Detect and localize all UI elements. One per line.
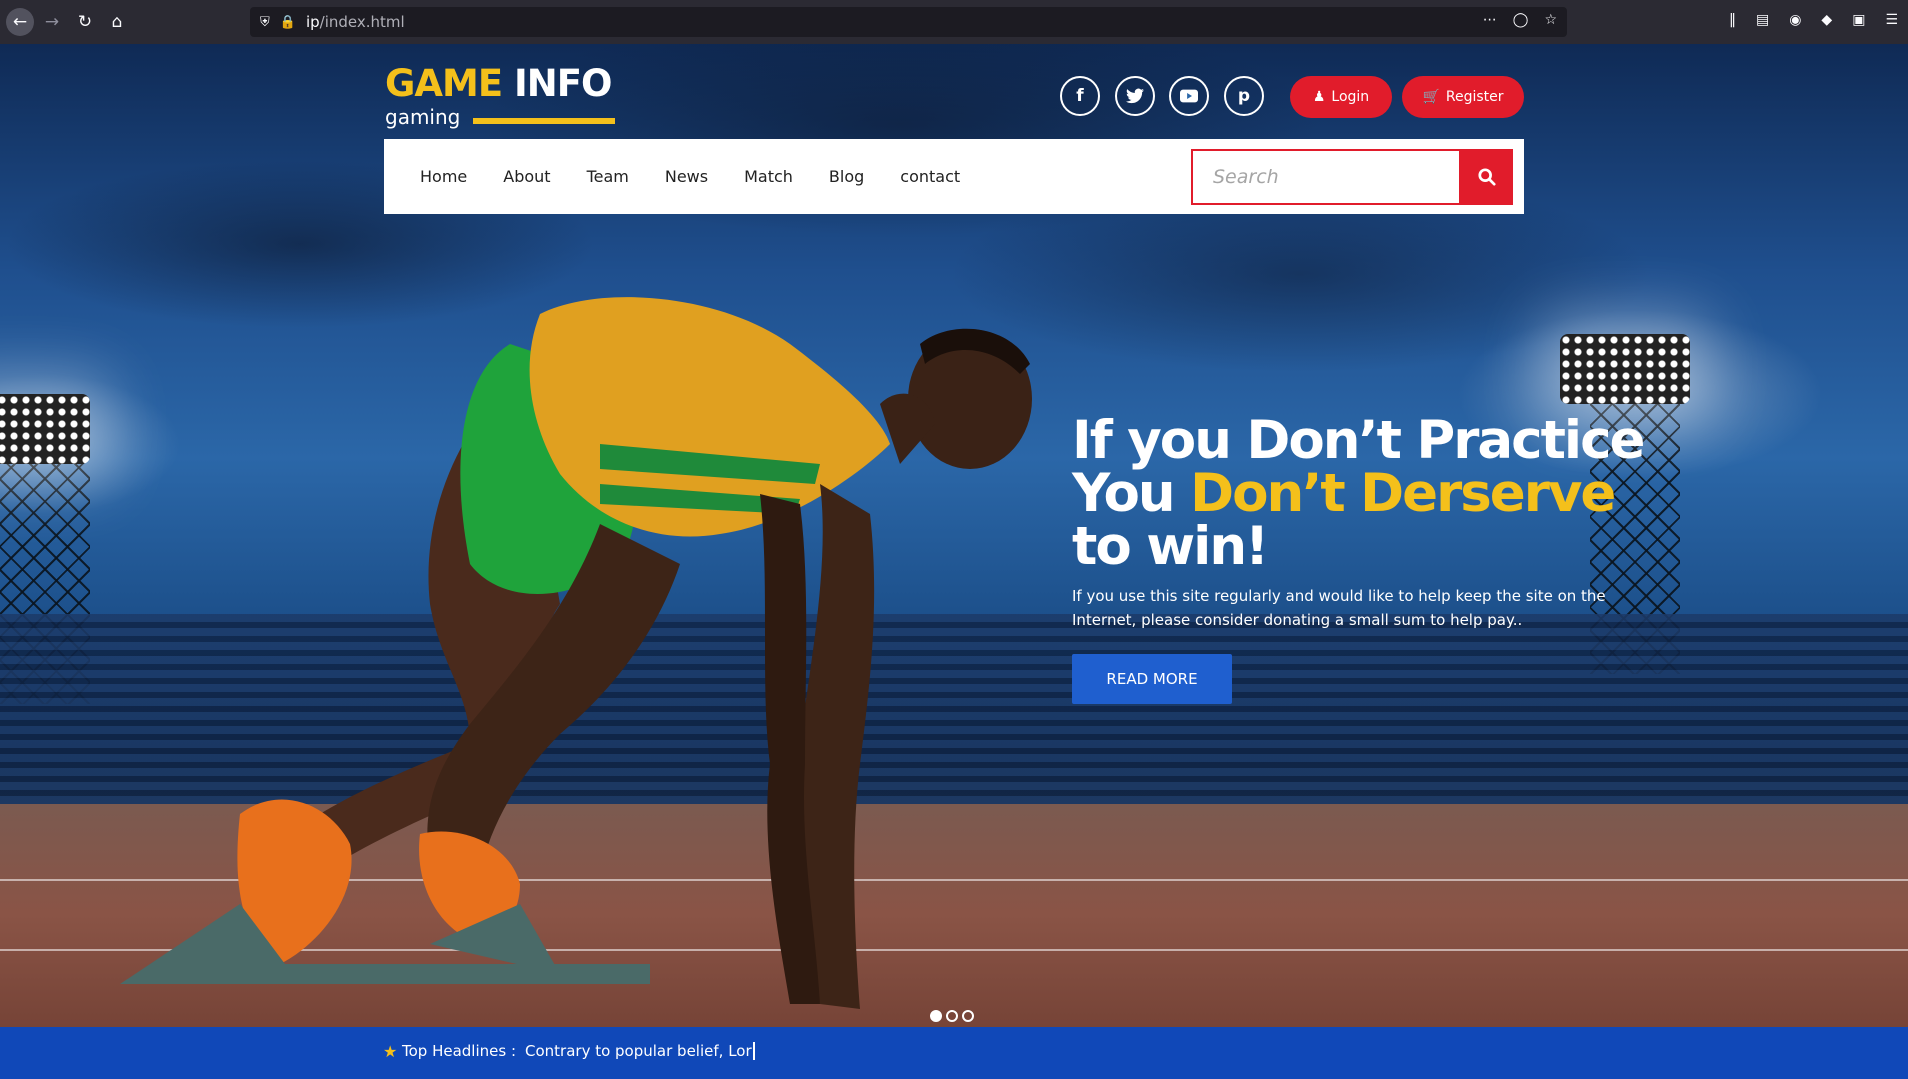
browser-toolbar: ← → ↻ ⌂ ⛨ 🔒 ip/index.html ⋯ ◯ ☆ ‖ ▤ ◉ ◆ … (0, 0, 1908, 44)
home-icon[interactable]: ⌂ (103, 8, 131, 36)
logo-game-text: GAME (385, 62, 503, 105)
hero-title: If you Don’t Practice You Don’t Derserve… (1072, 414, 1712, 573)
ticker-text[interactable]: Contrary to popular belief, Lor (525, 1042, 755, 1060)
address-bar[interactable]: ⛨ 🔒 ip/index.html ⋯ ◯ ☆ (250, 7, 1567, 37)
hero-title-highlight: Don’t Derserve (1190, 463, 1616, 524)
slider-dot-3[interactable] (962, 1010, 974, 1022)
logo-info-text: INFO (514, 62, 612, 105)
cart-icon: 🛒 (1422, 89, 1440, 105)
slider-dot-1[interactable] (930, 1010, 942, 1022)
url-host: ip (305, 13, 320, 31)
library-icon[interactable]: ‖ (1729, 12, 1736, 28)
hero-title-line1: If you Don’t Practice (1072, 410, 1645, 471)
ticker-label: Top Headlines : (402, 1042, 517, 1060)
search-form (1191, 149, 1513, 205)
search-input[interactable] (1191, 149, 1461, 205)
slider-dots (930, 1010, 974, 1022)
translate-icon[interactable]: ▣ (1852, 12, 1865, 28)
nav-item-contact[interactable]: contact (900, 167, 960, 186)
youtube-icon[interactable] (1169, 76, 1209, 116)
pocket-icon[interactable]: ◯ (1513, 12, 1529, 28)
url-actions: ⋯ ◯ ☆ (1483, 12, 1557, 28)
twitter-bird-icon (1126, 88, 1144, 104)
login-button[interactable]: ♟ Login (1290, 76, 1392, 118)
user-icon: ♟ (1312, 89, 1326, 105)
url-path: /index.html (319, 13, 405, 31)
logo-underline (473, 118, 615, 124)
insecure-lock-icon[interactable]: 🔒 (280, 15, 296, 30)
account-icon[interactable]: ◉ (1789, 12, 1801, 28)
nav-item-blog[interactable]: Blog (829, 167, 864, 186)
forward-icon[interactable]: → (38, 8, 66, 36)
nav-item-home[interactable]: Home (420, 167, 467, 186)
main-navbar: Home About Team News Match Blog contact (384, 139, 1524, 214)
url-text[interactable]: ip/index.html (306, 13, 405, 31)
login-label: Login (1331, 89, 1370, 105)
search-icon (1478, 168, 1496, 186)
star-icon: ★ (383, 1042, 398, 1061)
bookmark-star-icon[interactable]: ☆ (1544, 12, 1557, 28)
register-label: Register (1445, 89, 1504, 105)
read-more-button[interactable]: READ MORE (1072, 654, 1232, 704)
facebook-icon[interactable]: f (1060, 76, 1100, 116)
headline-ticker: ★ Top Headlines : Contrary to popular be… (0, 1027, 1908, 1079)
nav-item-team[interactable]: Team (587, 167, 629, 186)
menu-icon[interactable]: ☰ (1885, 12, 1898, 28)
shield-icon[interactable]: ⛨ (260, 15, 270, 30)
pinterest-icon[interactable]: p (1224, 76, 1264, 116)
floodlight-right (1560, 334, 1690, 404)
nav-item-about[interactable]: About (503, 167, 550, 186)
hero-subtitle: If you use this site regularly and would… (1072, 587, 1606, 629)
search-button[interactable] (1461, 149, 1513, 205)
sidebar-icon[interactable]: ▤ (1756, 12, 1769, 28)
hero-title-line3: to win! (1072, 516, 1269, 577)
register-button[interactable]: 🛒 Register (1402, 76, 1524, 118)
nav-item-match[interactable]: Match (744, 167, 793, 186)
nav-item-news[interactable]: News (665, 167, 708, 186)
hero-title-line2-plain: You (1072, 463, 1191, 524)
toolbar-right: ‖ ▤ ◉ ◆ ▣ ☰ (1729, 12, 1898, 28)
hero-title-line2: You Don’t Derserve (1072, 467, 1712, 520)
site-logo[interactable]: GAME INFO gaming (385, 64, 615, 134)
slider-dot-2[interactable] (946, 1010, 958, 1022)
page-actions-icon[interactable]: ⋯ (1483, 12, 1497, 28)
twitter-icon[interactable] (1115, 76, 1155, 116)
logo-tagline: gaming (385, 105, 461, 129)
hero-section: GAME INFO gaming f p ♟ Login 🛒 Register … (0, 44, 1908, 1079)
back-icon[interactable]: ← (6, 8, 34, 36)
extension-icon[interactable]: ◆ (1821, 12, 1832, 28)
youtube-play-icon (1180, 89, 1198, 103)
reload-icon[interactable]: ↻ (71, 8, 99, 36)
nav-menu: Home About Team News Match Blog contact (420, 139, 960, 214)
